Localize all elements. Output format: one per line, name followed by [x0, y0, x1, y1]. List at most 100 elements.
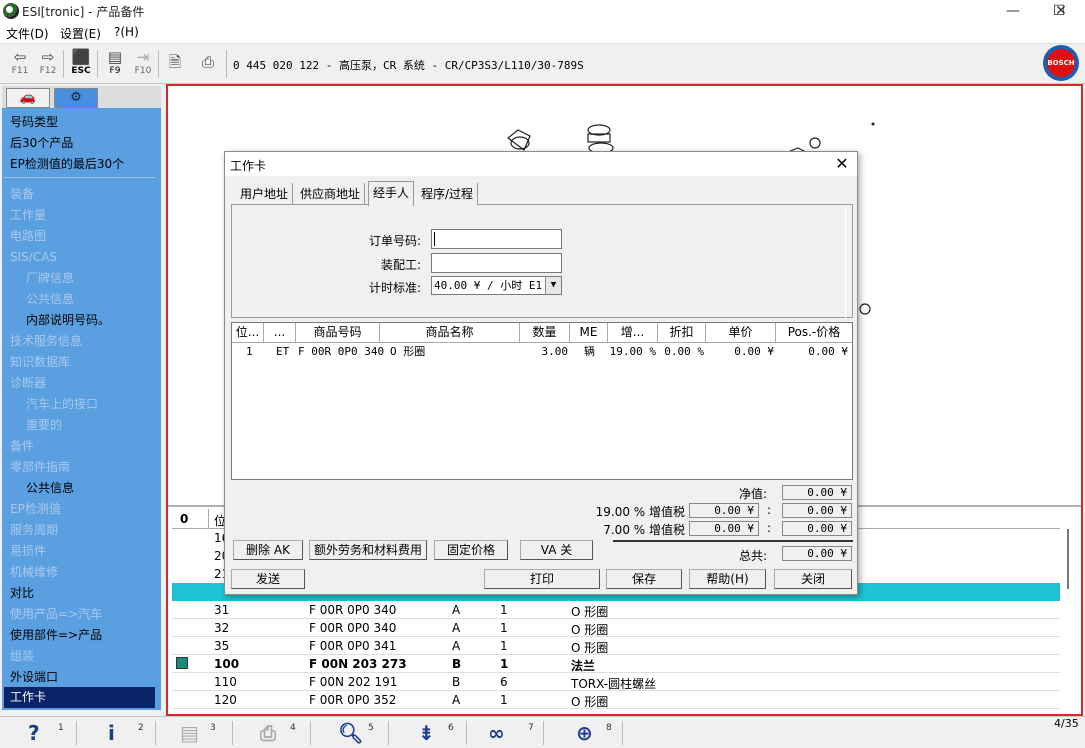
extra-labor-button[interactable]: 额外劳务和材料费用: [309, 540, 427, 560]
minimize-button[interactable]: —: [990, 0, 1036, 22]
sidebar-item[interactable]: 工作卡: [4, 687, 155, 708]
table-row[interactable]: 110 F 00N 202 191 B 6 TORX-圆柱螺丝: [172, 673, 1060, 691]
table-row[interactable]: 31 F 00R 0P0 340 A 1 O 形圈: [172, 601, 1060, 619]
column-header-pos-price[interactable]: Pos.-价格: [776, 323, 852, 343]
sidebar-item: 诊断器: [10, 376, 47, 390]
close-window-button[interactable]: ✕: [1038, 0, 1084, 22]
sidebar-item[interactable]: 对比: [4, 583, 155, 604]
tab-supplier-address[interactable]: 供应商地址: [296, 183, 366, 205]
escape-button[interactable]: ⬛ ESC: [67, 48, 95, 80]
sidebar-item[interactable]: 公共信息: [4, 478, 155, 499]
toolbar-divider: [97, 50, 98, 78]
cell-unit-price: 0.00 ¥: [734, 345, 774, 358]
send-button[interactable]: 发送: [231, 569, 305, 589]
sidebar-item[interactable]: 使用部件=>产品: [4, 625, 155, 646]
menu-help[interactable]: ?(H): [114, 25, 139, 39]
dialog-close-button[interactable]: ✕: [831, 153, 853, 175]
drawing-part: [859, 303, 871, 315]
column-header-vat[interactable]: 增...: [608, 323, 658, 343]
column-header-type[interactable]: ...: [264, 323, 296, 343]
sidebar-item: 备件: [10, 439, 35, 453]
fixed-price-button[interactable]: 固定价格: [434, 540, 508, 560]
split-icon: ⇟: [418, 721, 435, 745]
tab-line: [478, 204, 853, 205]
column-header-unit-price[interactable]: 单价: [706, 323, 776, 343]
sidebar-item[interactable]: 内部说明号码。: [4, 310, 155, 331]
window-title: ESI[tronic] - 产品备件: [22, 5, 145, 19]
bosch-key-button[interactable]: ⊕ 8: [576, 721, 626, 747]
glasses-key-button[interactable]: ∞ 7: [488, 721, 538, 747]
cell-code: A: [452, 621, 461, 635]
table-row[interactable]: 120 F 00R 0P0 352 A 1 O 形圈: [172, 691, 1060, 709]
vat19-label: 19.00 % 增值税: [595, 505, 685, 519]
printer-icon: ⎙: [201, 53, 214, 71]
cell-discount: 0.00 %: [664, 345, 704, 358]
cell-position: 31: [214, 603, 230, 617]
forward-button[interactable]: ⇨ F12: [34, 48, 62, 80]
cell-position: 110: [214, 675, 237, 689]
va-off-button[interactable]: VA 关: [520, 540, 593, 560]
cell-position: 1: [246, 345, 253, 358]
sidebar-item[interactable]: 外设端口: [4, 667, 155, 688]
help-button[interactable]: 帮助(H): [689, 569, 766, 589]
table-row[interactable]: 32 F 00R 0P0 340 A 1 O 形圈: [172, 619, 1060, 637]
tab-component[interactable]: ⚙: [54, 88, 98, 108]
column-header-position[interactable]: 位...: [232, 323, 264, 343]
tab-handler[interactable]: 经手人: [368, 181, 415, 206]
column-header-quantity[interactable]: 数量: [520, 323, 570, 343]
print-toolbar-button[interactable]: ⎙: [194, 48, 222, 80]
chevron-down-icon[interactable]: ▼: [545, 277, 561, 294]
window-title-bar: ESI[tronic] - 产品备件 — ☐ ✕: [0, 0, 1085, 22]
column-header-part-number[interactable]: 商品号码: [296, 323, 380, 343]
back-button[interactable]: ⇦ F11: [6, 48, 34, 80]
f9-button[interactable]: ▤ F9: [101, 48, 129, 80]
delete-ak-button[interactable]: 删除 AK: [233, 540, 303, 560]
time-rate-select[interactable]: 40.00 ¥ / 小时 E1 ▼: [431, 276, 562, 295]
tab-customer-address[interactable]: 用户地址: [236, 183, 294, 205]
bosch-logo: BOSCH: [1043, 45, 1079, 81]
help-key-button[interactable]: ? 1: [28, 721, 78, 747]
save-button[interactable]: 保存: [606, 569, 682, 589]
sidebar-item[interactable]: 号码类型: [4, 112, 155, 133]
sidebar-tabs: 🚗 ⚙: [2, 86, 161, 108]
column-header-unit[interactable]: ME: [570, 323, 608, 343]
work-card-dialog: 工作卡 ✕ 用户地址 供应商地址 经手人 程序/过程 订单号码: 装配工: 计时…: [224, 151, 858, 595]
sidebar-item[interactable]: EP检测值的最后30个: [4, 154, 155, 175]
table-row[interactable]: 100 F 00N 203 273 B 1 法兰: [172, 655, 1060, 673]
zoom-key-button[interactable]: 🔍︎ 5: [338, 721, 388, 747]
table-row[interactable]: 1 ET F 00R 0P0 340 O 形圈 3.00 辆 19.00 % 0…: [232, 343, 852, 360]
close-dialog-button[interactable]: 关闭: [774, 569, 852, 589]
vat7-base: 0.00 ¥: [689, 521, 759, 536]
sidebar-item: 使用产品=>汽车: [10, 607, 103, 621]
split-key-button[interactable]: ⇟ 6: [418, 721, 468, 747]
menu-file[interactable]: 文件(D): [6, 25, 49, 42]
order-number-input[interactable]: [431, 229, 562, 249]
sidebar-item: 汽车上的接口: [26, 397, 99, 411]
scrollbar-thumb[interactable]: [1067, 529, 1069, 589]
f10-button[interactable]: ⇥ F10: [129, 48, 157, 80]
column-header-discount[interactable]: 折扣: [658, 323, 706, 343]
status-divider: [466, 721, 467, 745]
tab-process[interactable]: 程序/过程: [417, 183, 479, 205]
sidebar-item[interactable]: 后30个产品: [4, 133, 155, 154]
component-icon: ⚙: [70, 90, 82, 105]
cell-code: B: [452, 675, 461, 689]
f3-key-button[interactable]: ▤ 3: [180, 721, 230, 747]
page-button[interactable]: 🗎: [161, 48, 189, 80]
arrow-right-icon: ⇨: [41, 48, 55, 66]
vat19-base: 0.00 ¥: [689, 503, 759, 518]
f4-key-button[interactable]: ⎙ 4: [260, 721, 310, 747]
cell-position: 120: [214, 693, 237, 707]
print-button[interactable]: 打印: [484, 569, 600, 589]
menu-settings[interactable]: 设置(E): [60, 25, 101, 42]
tab-vehicle[interactable]: 🚗: [6, 88, 50, 108]
document-export-icon: ⇥: [136, 48, 150, 66]
status-divider: [388, 721, 389, 745]
fitter-input[interactable]: [431, 253, 562, 273]
table-row[interactable]: 35 F 00R 0P0 341 A 1 O 形圈: [172, 637, 1060, 655]
status-bar: ? 1 i2 ▤ 3 ⎙ 4 🔍︎ 5 ⇟ 6 ∞ 7 ⊕ 8: [0, 716, 1085, 748]
column-header-part-name[interactable]: 商品名称: [380, 323, 520, 343]
info-key-button[interactable]: i2: [108, 721, 158, 747]
cell-position: 100: [214, 657, 240, 671]
status-divider: [622, 721, 623, 745]
